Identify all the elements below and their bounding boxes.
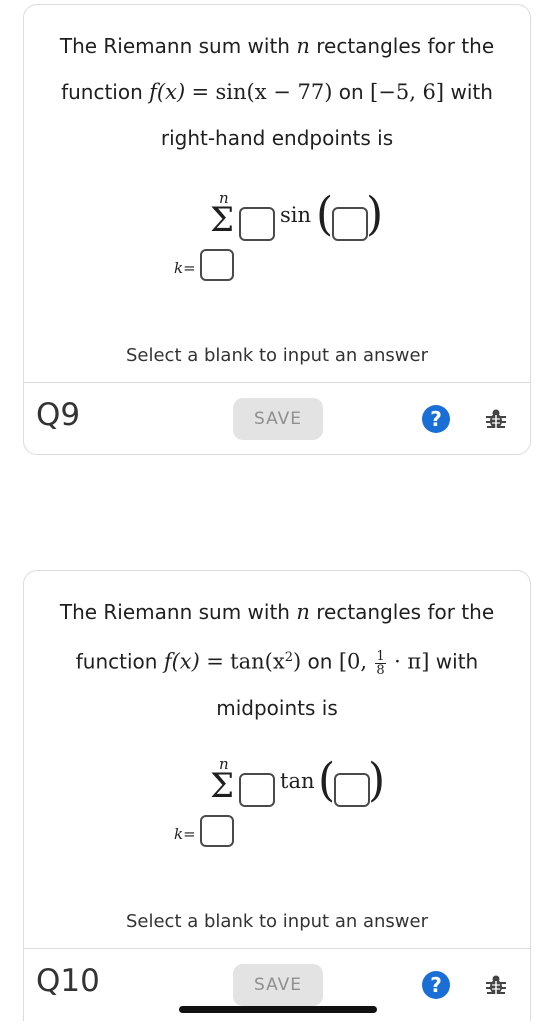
right-paren: ) — [366, 187, 384, 242]
coefficient-blank[interactable] — [239, 207, 275, 241]
question-label: Q9 — [36, 397, 81, 433]
input-hint: Select a blank to input an answer — [125, 345, 428, 366]
sigma-symbol: Σ — [210, 766, 235, 806]
question-label: Q10 — [36, 963, 100, 999]
divider — [24, 948, 530, 949]
fraction: 18 — [375, 648, 386, 678]
input-hint: Select a blank to input an answer — [125, 911, 428, 932]
argument-blank[interactable] — [334, 773, 370, 807]
left-paren: ( — [318, 753, 336, 808]
question-card-q10: The Riemann sum with n rectangles for th… — [23, 570, 531, 1021]
sum-lower-label: k= — [174, 259, 196, 277]
left-paren: ( — [316, 187, 334, 242]
help-icon[interactable]: ? — [422, 405, 450, 433]
trig-function: tan — [280, 769, 315, 793]
sum-lower-label: k= — [174, 825, 196, 843]
riemann-sum-expression: n Σ k= tan ( ) — [24, 751, 530, 861]
lower-limit-blank[interactable] — [200, 249, 234, 281]
lower-limit-blank[interactable] — [200, 815, 234, 847]
bug-report-icon[interactable] — [484, 407, 508, 431]
question-text: The Riemann sum with n rectangles for th… — [59, 600, 495, 720]
home-indicator[interactable] — [179, 1006, 377, 1013]
help-icon[interactable]: ? — [422, 971, 450, 999]
trig-function: sin — [280, 203, 312, 227]
save-button[interactable]: SAVE — [233, 964, 323, 1006]
right-paren: ) — [368, 753, 386, 808]
riemann-sum-expression: n Σ k= sin ( ) — [24, 185, 530, 295]
sigma-symbol: Σ — [210, 200, 235, 240]
bug-report-icon[interactable] — [484, 973, 508, 997]
question-card-q9: The Riemann sum with n rectangles for th… — [23, 4, 531, 455]
save-button[interactable]: SAVE — [233, 398, 323, 440]
coefficient-blank[interactable] — [239, 773, 275, 807]
question-text: The Riemann sum with n rectangles for th… — [59, 34, 495, 150]
argument-blank[interactable] — [332, 207, 368, 241]
divider — [24, 382, 530, 383]
